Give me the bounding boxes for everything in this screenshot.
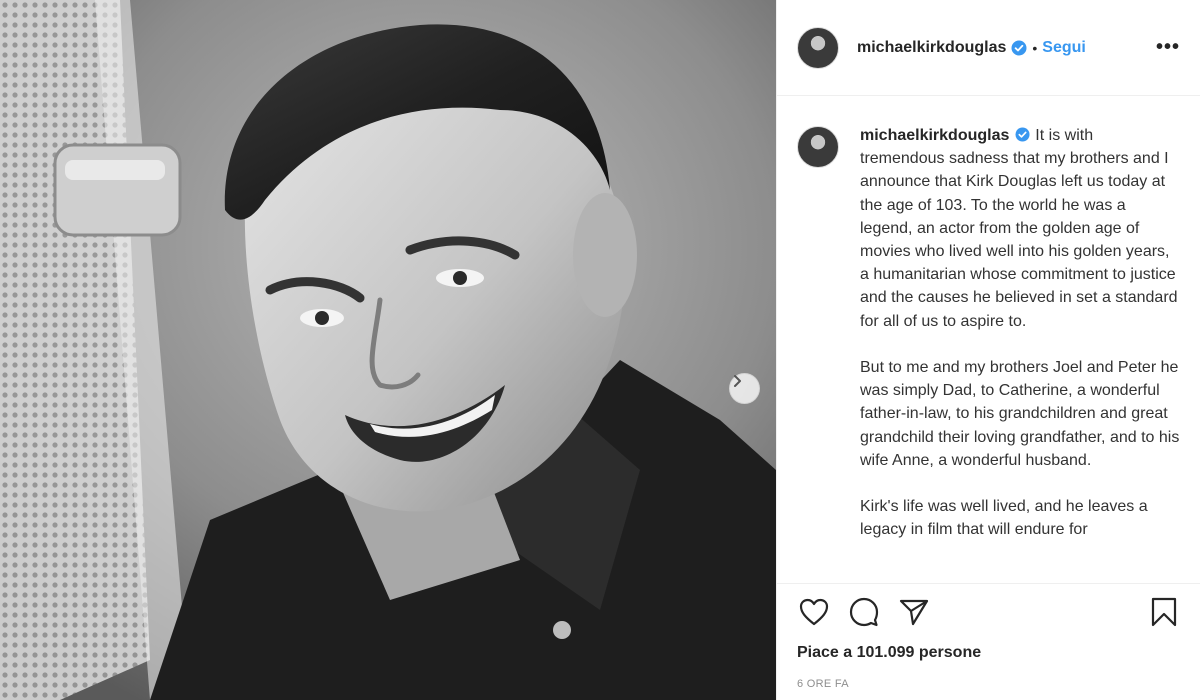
- caption-avatar[interactable]: [797, 126, 839, 168]
- caption-author[interactable]: michaelkirkdouglas: [860, 127, 1009, 144]
- save-button[interactable]: [1147, 597, 1181, 631]
- caption-area[interactable]: michaelkirkdouglas It is with tremendous…: [777, 97, 1200, 583]
- header-separator: •: [1032, 39, 1038, 56]
- bookmark-icon: [1151, 597, 1177, 632]
- share-button[interactable]: [897, 597, 931, 631]
- caption-comment: michaelkirkdouglas It is with tremendous…: [777, 97, 1200, 565]
- post-header: michaelkirkdouglas • Segui •••: [777, 0, 1200, 96]
- post-side-panel: michaelkirkdouglas • Segui ••• michaelki…: [776, 0, 1200, 700]
- action-icons-row: [777, 584, 1200, 630]
- caption-paragraph-3: Kirk's life was well lived, and he leave…: [860, 498, 1148, 539]
- verified-badge-icon: [1011, 40, 1027, 56]
- verified-badge-icon: [1015, 127, 1030, 142]
- caption-text: michaelkirkdouglas It is with tremendous…: [860, 124, 1180, 565]
- portrait-illustration: [0, 0, 776, 700]
- comment-icon: [849, 597, 879, 632]
- post-photo: [0, 0, 776, 700]
- author-username[interactable]: michaelkirkdouglas: [857, 39, 1006, 57]
- caption-paragraph-1: It is with tremendous sadness that my br…: [860, 127, 1178, 330]
- carousel-next-button[interactable]: [729, 373, 760, 404]
- likes-count[interactable]: Piace a 101.099 persone: [777, 630, 1200, 662]
- avatar[interactable]: [797, 26, 839, 69]
- more-options-button[interactable]: •••: [1152, 36, 1184, 59]
- caption-paragraph: michaelkirkdouglas It is with tremendous…: [860, 124, 1180, 333]
- caption-paragraph-2: But to me and my brothers Joel and Peter…: [860, 359, 1180, 469]
- post-timestamp[interactable]: 6 ORE FA: [777, 662, 1200, 690]
- heart-icon: [799, 598, 829, 631]
- post-actions: Piace a 101.099 persone 6 ORE FA: [777, 583, 1200, 700]
- comment-button[interactable]: [847, 597, 881, 631]
- follow-button[interactable]: Segui: [1042, 39, 1086, 57]
- like-button[interactable]: [797, 597, 831, 631]
- paper-plane-icon: [899, 598, 929, 631]
